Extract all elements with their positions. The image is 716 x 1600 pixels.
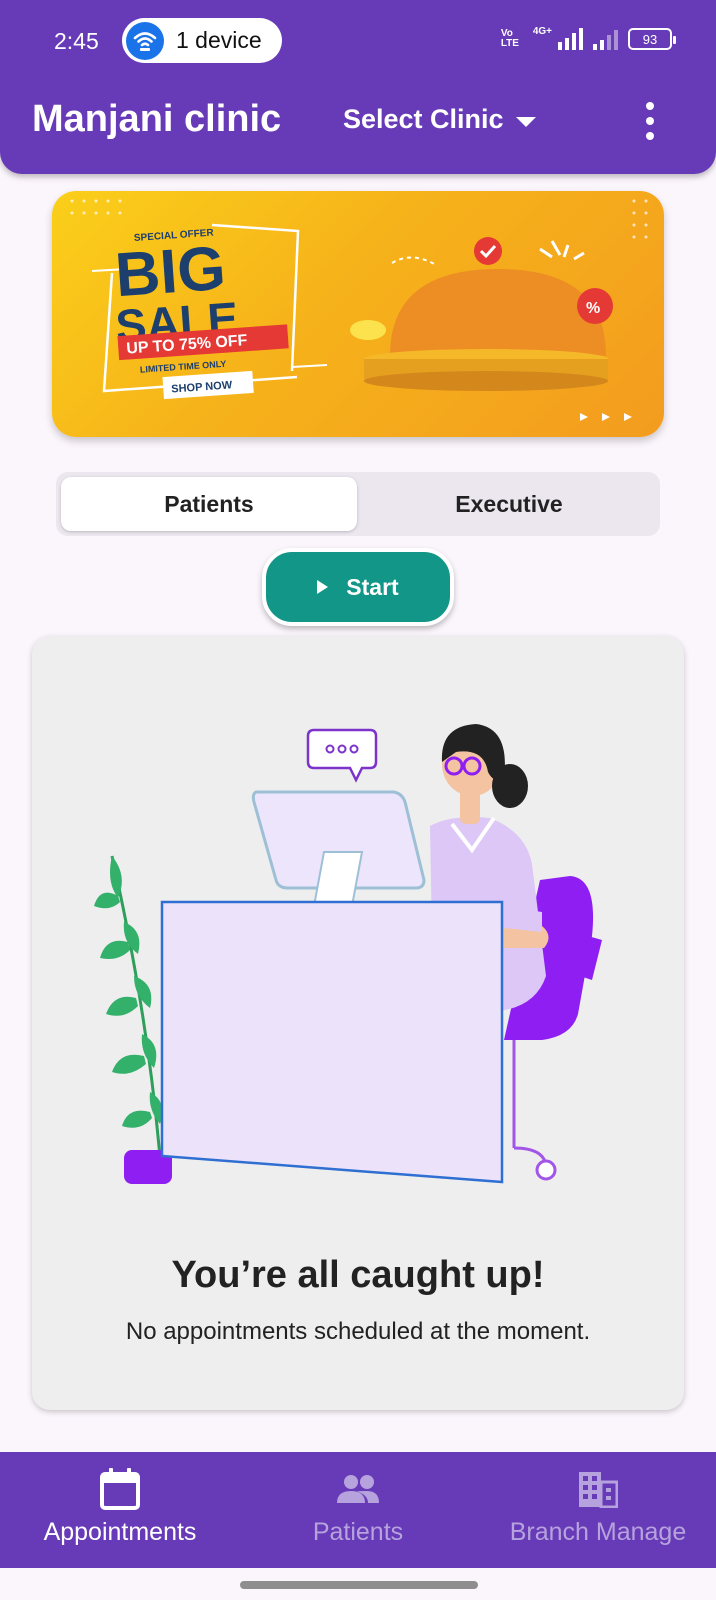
nav-appointments-label: Appointments bbox=[43, 1518, 197, 1546]
empty-state-card: You’re all caught up! No appointments sc… bbox=[32, 636, 684, 1410]
hotspot-icon bbox=[126, 21, 164, 60]
people-icon bbox=[335, 1466, 381, 1512]
hotspot-pill[interactable]: 1 device bbox=[122, 18, 282, 63]
hotspot-label: 1 device bbox=[176, 27, 262, 53]
tab-executive[interactable]: Executive bbox=[362, 477, 656, 531]
empty-state-title: You’re all caught up! bbox=[171, 1254, 545, 1296]
banner-graphic: SPECIAL OFFER BIG SALE UP TO 75% OFF LIM… bbox=[70, 199, 648, 421]
banner-limited: LIMITED TIME ONLY bbox=[140, 359, 227, 375]
top-app-bar: 2:45 1 device Vo LTE 4G+ 93 Manjani clin… bbox=[0, 0, 716, 174]
tab-patients[interactable]: Patients bbox=[61, 477, 357, 531]
play-icon bbox=[317, 580, 329, 594]
nav-branch-manage[interactable]: Branch Manage bbox=[480, 1452, 716, 1568]
segmented-tabs: Patients Executive bbox=[56, 472, 660, 536]
empty-state-subtitle: No appointments scheduled at the moment. bbox=[125, 1318, 591, 1345]
nav-patients-label: Patients bbox=[312, 1518, 404, 1546]
volte-indicator: Vo LTE bbox=[500, 28, 519, 49]
status-time: 2:45 bbox=[54, 28, 99, 54]
signal-secondary-icon bbox=[593, 28, 618, 50]
bottom-navigation: Appointments Patients Branch Manage bbox=[0, 1452, 716, 1568]
status-bar: 2:45 1 device Vo LTE 4G+ 93 bbox=[0, 18, 716, 66]
battery-icon: 93 bbox=[628, 28, 676, 50]
banner-percent: % bbox=[586, 300, 600, 317]
start-button-label: Start bbox=[346, 573, 399, 600]
empty-state-illustration bbox=[94, 724, 602, 1184]
status-icons: Vo LTE 4G+ 93 bbox=[500, 26, 676, 50]
nav-appointments[interactable]: Appointments bbox=[20, 1452, 220, 1568]
gesture-bar[interactable] bbox=[240, 1581, 478, 1589]
more-vert-icon[interactable] bbox=[636, 102, 664, 140]
caret-down-icon bbox=[515, 116, 536, 127]
signal-icon bbox=[558, 28, 583, 50]
select-clinic-dropdown[interactable]: Select Clinic bbox=[343, 104, 536, 135]
start-button[interactable]: Start bbox=[262, 548, 454, 626]
clinic-title: Manjani clinic bbox=[32, 98, 282, 140]
select-clinic-label: Select Clinic bbox=[343, 104, 504, 134]
calendar-icon bbox=[99, 1466, 141, 1512]
nav-branch-manage-label: Branch Manage bbox=[509, 1518, 687, 1546]
promo-banner[interactable]: SPECIAL OFFER BIG SALE UP TO 75% OFF LIM… bbox=[52, 191, 664, 437]
network-type: 4G+ bbox=[532, 26, 552, 37]
building-icon bbox=[578, 1466, 618, 1512]
nav-patients[interactable]: Patients bbox=[258, 1452, 458, 1568]
